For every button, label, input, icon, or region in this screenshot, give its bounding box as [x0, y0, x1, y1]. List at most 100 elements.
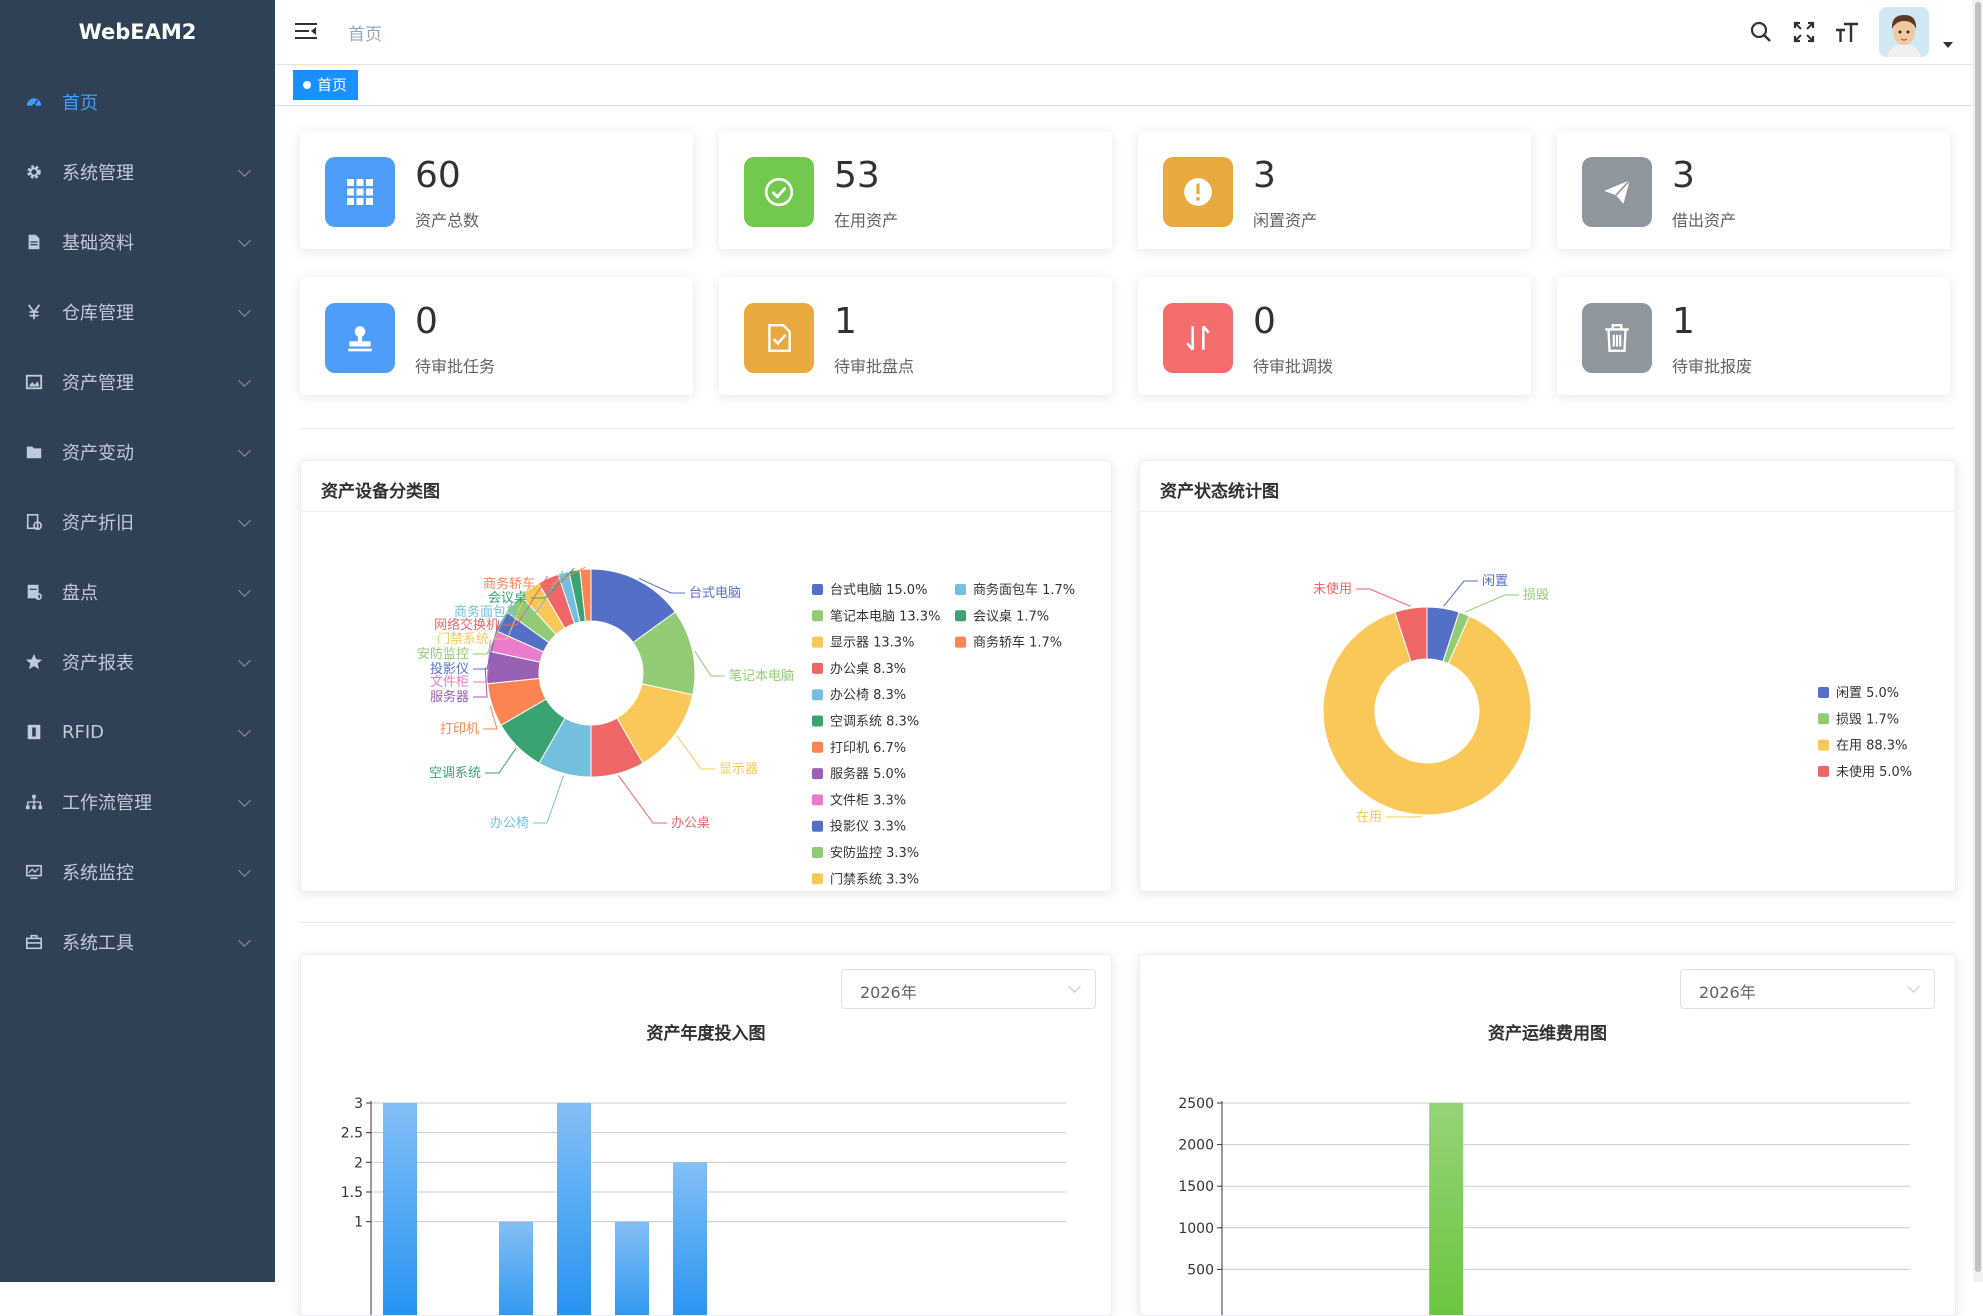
stat-card-7[interactable]: 1 待审批报废 — [1557, 277, 1950, 395]
bar-5[interactable] — [673, 1162, 707, 1316]
legend-label[interactable]: 打印机 6.7% — [830, 741, 906, 756]
sidebar-item-2[interactable]: 基础资料 — [0, 214, 275, 270]
legend-swatch[interactable] — [812, 716, 823, 727]
legend-swatch[interactable] — [812, 584, 823, 595]
legend-label[interactable]: 未使用 5.0% — [1836, 764, 1912, 780]
sidebar-item-9[interactable]: RFID — [0, 704, 275, 760]
legend-swatch[interactable] — [1818, 713, 1829, 724]
chevron-down-icon — [1068, 980, 1081, 993]
legend-swatch[interactable] — [812, 794, 823, 805]
legend-label[interactable]: 会议桌 1.7% — [973, 609, 1049, 624]
font-size-icon[interactable] — [1835, 20, 1859, 44]
legend-label[interactable]: 在用 88.3% — [1836, 739, 1907, 754]
legend-label[interactable]: 空调系统 8.3% — [830, 715, 919, 730]
legend-swatch[interactable] — [812, 768, 823, 779]
paper-plane-icon — [1582, 157, 1652, 227]
sidebar-item-10[interactable]: 工作流管理 — [0, 774, 275, 830]
legend-swatch[interactable] — [812, 742, 823, 753]
legend-label[interactable]: 商务轿车 1.7% — [973, 635, 1062, 651]
legend-label[interactable]: 服务器 5.0% — [830, 766, 906, 782]
stat-card-2[interactable]: 3闲置资产 — [1138, 131, 1531, 249]
sidebar-item-7[interactable]: 盘点 — [0, 564, 275, 620]
bar-2[interactable] — [499, 1222, 533, 1316]
legend-label[interactable]: 台式电脑 15.0% — [830, 583, 927, 598]
annual-year-select[interactable]: 2026年 — [841, 969, 1096, 1009]
org-chart-icon — [24, 792, 44, 812]
sidebar-item-4[interactable]: 资产管理 — [0, 354, 275, 410]
legend-swatch[interactable] — [812, 847, 823, 858]
document-icon — [24, 232, 44, 252]
stat-card-4[interactable]: 0待审批任务 — [300, 277, 693, 395]
bar-4[interactable] — [615, 1222, 649, 1316]
transfer-icon — [1163, 303, 1233, 373]
legend-swatch[interactable] — [1818, 740, 1829, 751]
category-chart-title: 资产设备分类图 — [321, 477, 440, 502]
legend-label[interactable]: 投影仪 3.3% — [830, 819, 906, 835]
fullscreen-icon[interactable] — [1792, 20, 1816, 44]
legend-label[interactable]: 文件柜 3.3% — [830, 793, 906, 808]
sidebar-item-6[interactable]: 资产折旧 — [0, 494, 275, 550]
stat-value: 1 — [1672, 301, 1695, 342]
stat-card-5[interactable]: 1待审批盘点 — [719, 277, 1112, 395]
legend-swatch[interactable] — [812, 610, 823, 621]
sidebar-item-label: 资产变动 — [62, 439, 134, 465]
sidebar-item-11[interactable]: 系统监控 — [0, 844, 275, 900]
page-scrollbar-thumb[interactable] — [1975, 2, 1981, 1272]
legend-label[interactable]: 安防监控 3.3% — [830, 845, 919, 861]
stat-card-0[interactable]: 60资产总数 — [300, 131, 693, 249]
stat-card-3[interactable]: 3借出资产 — [1557, 131, 1950, 249]
stat-card-1[interactable]: 53在用资产 — [719, 131, 1112, 249]
legend-swatch[interactable] — [955, 584, 966, 595]
sidebar-item-12[interactable]: 系统工具 — [0, 914, 275, 970]
chevron-down-icon — [238, 724, 251, 737]
legend-swatch[interactable] — [1818, 687, 1829, 698]
legend-swatch[interactable] — [1818, 766, 1829, 777]
pie-label-line — [618, 775, 667, 823]
category-pie-chart: 台式电脑笔记本电脑显示器办公桌办公椅空调系统打印机服务器文件柜投影仪安防监控门禁… — [301, 511, 1111, 891]
maintenance-year-value: 2026年 — [1699, 979, 1756, 1003]
legend-label[interactable]: 显示器 13.3% — [830, 636, 914, 651]
stat-label: 待审批报废 — [1672, 353, 1752, 377]
maintenance-year-select[interactable]: 2026年 — [1680, 969, 1935, 1009]
sidebar-item-0[interactable]: 首页 — [0, 74, 275, 130]
check-circle-icon — [744, 157, 814, 227]
stat-card-6[interactable]: 0待审批调拨 — [1138, 277, 1531, 395]
legend-label[interactable]: 门禁系统 3.3% — [830, 872, 919, 887]
sidebar-item-1[interactable]: 系统管理 — [0, 144, 275, 200]
pie-label: 显示器 — [719, 762, 758, 777]
sidebar-item-8[interactable]: 资产报表 — [0, 634, 275, 690]
legend-swatch[interactable] — [812, 663, 823, 674]
legend-label[interactable]: 办公桌 8.3% — [830, 662, 906, 677]
sidebar-item-label: 工作流管理 — [62, 789, 152, 815]
stamp-icon — [325, 303, 395, 373]
legend-label[interactable]: 笔记本电脑 13.3% — [830, 608, 940, 624]
y-tick-label: 2 — [354, 1155, 363, 1171]
legend-swatch[interactable] — [955, 637, 966, 648]
bar-4[interactable] — [1429, 1103, 1463, 1316]
legend-swatch[interactable] — [812, 689, 823, 700]
legend-label[interactable]: 损毁 1.7% — [1836, 712, 1899, 727]
sidebar-item-3[interactable]: 仓库管理 — [0, 284, 275, 340]
search-icon[interactable] — [1749, 20, 1773, 44]
legend-label[interactable]: 商务面包车 1.7% — [973, 582, 1075, 598]
hamburger-menu-icon[interactable] — [295, 22, 317, 40]
legend-swatch[interactable] — [955, 610, 966, 621]
legend-label[interactable]: 办公椅 8.3% — [830, 688, 906, 703]
legend-swatch[interactable] — [812, 821, 823, 832]
user-avatar[interactable] — [1879, 7, 1929, 57]
tag-home[interactable]: 首页 — [293, 70, 358, 100]
bar-3[interactable] — [557, 1103, 591, 1316]
pie-label: 安防监控 — [417, 646, 469, 662]
pie-label-line — [533, 775, 564, 823]
breadcrumb[interactable]: 首页 — [348, 20, 382, 45]
sidebar-item-label: 首页 — [62, 89, 98, 115]
legend-swatch[interactable] — [812, 873, 823, 884]
chevron-down-icon — [1907, 980, 1920, 993]
pie-label-line — [1444, 581, 1478, 606]
user-menu-caret-icon[interactable] — [1943, 42, 1953, 48]
bar-0[interactable] — [383, 1103, 417, 1316]
legend-swatch[interactable] — [812, 637, 823, 648]
maintenance-bar-chart: 5001000150020002500 — [1140, 1045, 1955, 1316]
legend-label[interactable]: 闲置 5.0% — [1836, 686, 1899, 701]
sidebar-item-5[interactable]: 资产变动 — [0, 424, 275, 480]
